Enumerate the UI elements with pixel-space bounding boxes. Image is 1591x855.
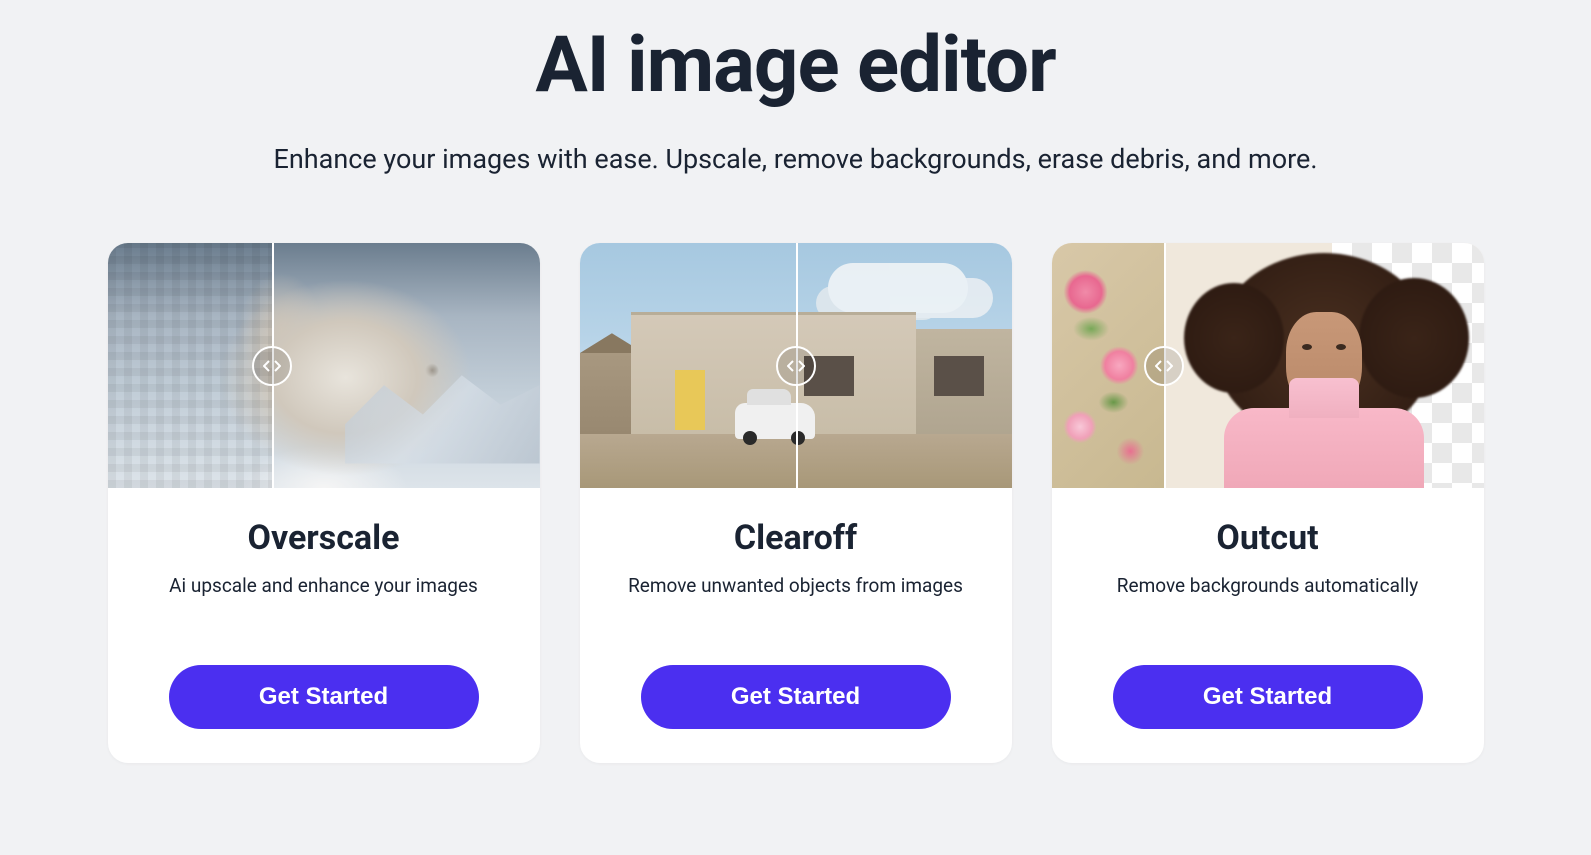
card-clearoff-description: Remove unwanted objects from images [608,574,984,597]
portrait-image [1052,243,1484,488]
card-outcut: Outcut Remove backgrounds automatically … [1052,243,1484,763]
card-clearoff-preview [580,243,1012,488]
card-outcut-description: Remove backgrounds automatically [1080,574,1456,597]
leopard-image [108,243,540,488]
card-outcut-cta[interactable]: Get Started [1113,665,1423,729]
compare-slider-icon[interactable] [252,346,292,386]
feature-cards: Overscale Ai upscale and enhance your im… [70,243,1521,763]
card-outcut-title: Outcut [1080,518,1456,558]
compare-slider-icon[interactable] [1144,346,1184,386]
card-overscale: Overscale Ai upscale and enhance your im… [108,243,540,763]
card-clearoff: Clearoff Remove unwanted objects from im… [580,243,1012,763]
card-overscale-cta[interactable]: Get Started [169,665,479,729]
compare-slider-icon[interactable] [776,346,816,386]
page-title: AI image editor [70,20,1521,111]
card-clearoff-title: Clearoff [608,518,984,558]
card-clearoff-cta[interactable]: Get Started [641,665,951,729]
card-outcut-preview [1052,243,1484,488]
car-object [735,403,815,439]
page-subtitle: Enhance your images with ease. Upscale, … [70,143,1521,175]
card-overscale-preview [108,243,540,488]
card-overscale-title: Overscale [136,518,512,558]
card-overscale-description: Ai upscale and enhance your images [136,574,512,597]
